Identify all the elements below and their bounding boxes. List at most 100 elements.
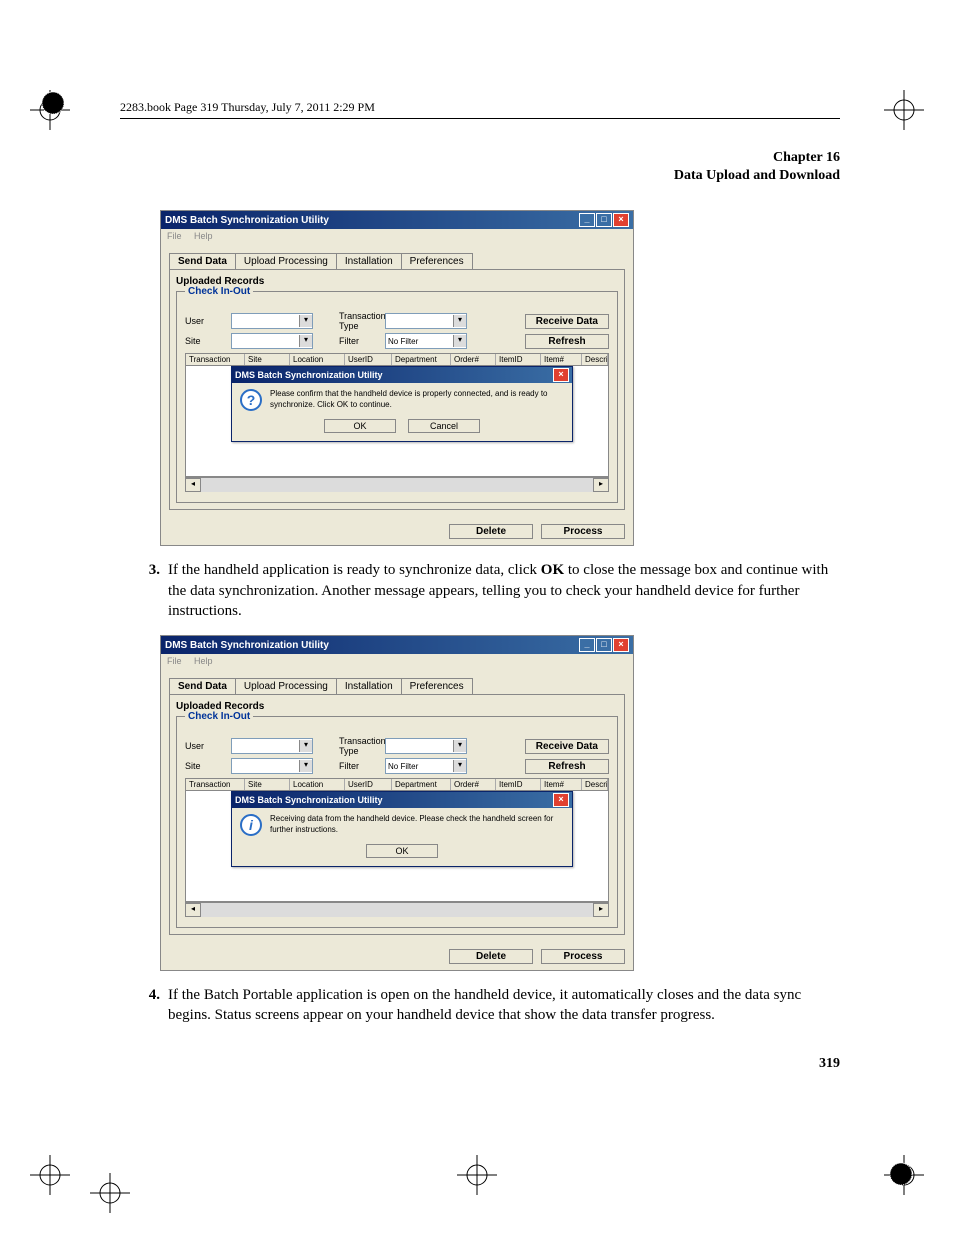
col-department[interactable]: Department [392, 779, 451, 790]
check-in-out-fieldset: Check In-Out User ▾ Transaction Type ▾ R… [176, 716, 618, 928]
receive-data-button[interactable]: Receive Data [525, 739, 609, 754]
scroll-left-icon[interactable]: ◂ [185, 903, 201, 917]
refresh-button[interactable]: Refresh [525, 759, 609, 774]
tab-upload-processing[interactable]: Upload Processing [235, 253, 337, 269]
close-icon[interactable]: × [553, 793, 569, 807]
tab-installation[interactable]: Installation [336, 678, 402, 694]
chevron-down-icon: ▾ [299, 760, 312, 772]
chevron-down-icon: ▾ [453, 315, 466, 327]
dialog-text: Please confirm that the handheld device … [270, 389, 564, 411]
table-header: Transaction Site Location UserID Departm… [185, 778, 609, 791]
scroll-right-icon[interactable]: ▸ [593, 903, 609, 917]
info-dialog: DMS Batch Synchronization Utility × i Re… [231, 791, 573, 867]
screenshot-1: DMS Batch Synchronization Utility _ □ × … [160, 210, 634, 546]
col-transaction[interactable]: Transaction [186, 779, 245, 790]
col-department[interactable]: Department [392, 354, 451, 365]
running-header: 2283.book Page 319 Thursday, July 7, 201… [120, 100, 840, 119]
col-location[interactable]: Location [290, 354, 345, 365]
menu-file[interactable]: File [167, 231, 182, 241]
transaction-type-dropdown[interactable]: ▾ [385, 738, 467, 754]
col-itemid[interactable]: ItemID [496, 354, 541, 365]
transaction-type-label: Transaction Type [339, 736, 379, 756]
window-title: DMS Batch Synchronization Utility [165, 640, 329, 651]
table-body: DMS Batch Synchronization Utility × ? Pl… [185, 366, 609, 477]
crop-mark-icon [884, 90, 924, 130]
horizontal-scrollbar[interactable]: ◂ ▸ [185, 477, 609, 492]
site-dropdown[interactable]: ▾ [231, 758, 313, 774]
process-button[interactable]: Process [541, 524, 625, 539]
col-itemid[interactable]: ItemID [496, 779, 541, 790]
site-label: Site [185, 761, 225, 771]
close-icon[interactable]: × [613, 638, 629, 652]
chevron-down-icon: ▾ [299, 740, 312, 752]
col-userid[interactable]: UserID [345, 354, 392, 365]
step-text: If the Batch Portable application is ope… [168, 985, 840, 1026]
maximize-icon[interactable]: □ [596, 638, 612, 652]
ok-button[interactable]: OK [366, 844, 438, 858]
registration-dot-icon [888, 1161, 914, 1187]
col-site[interactable]: Site [245, 354, 290, 365]
svg-text:?: ? [247, 392, 256, 408]
scroll-left-icon[interactable]: ◂ [185, 478, 201, 492]
crop-mark-icon [90, 1173, 130, 1213]
tab-send-data[interactable]: Send Data [169, 678, 236, 694]
col-descrip[interactable]: Descrip [582, 354, 608, 365]
process-button[interactable]: Process [541, 949, 625, 964]
filter-value: No Filter [386, 762, 453, 771]
dialog-title: DMS Batch Synchronization Utility [235, 370, 383, 380]
scroll-right-icon[interactable]: ▸ [593, 478, 609, 492]
dialog-title: DMS Batch Synchronization Utility [235, 795, 383, 805]
menu-help[interactable]: Help [194, 656, 213, 666]
close-icon[interactable]: × [553, 368, 569, 382]
chapter-number: Chapter 16 [120, 149, 840, 167]
question-icon: ? [240, 389, 262, 411]
menu-help[interactable]: Help [194, 231, 213, 241]
col-transaction[interactable]: Transaction [186, 354, 245, 365]
delete-button[interactable]: Delete [449, 949, 533, 964]
cancel-button[interactable]: Cancel [408, 419, 480, 433]
col-site[interactable]: Site [245, 779, 290, 790]
tab-send-data[interactable]: Send Data [169, 253, 236, 269]
window-title: DMS Batch Synchronization Utility [165, 215, 329, 226]
tab-preferences[interactable]: Preferences [401, 253, 473, 269]
transaction-type-label: Transaction Type [339, 311, 379, 331]
col-itemnum[interactable]: Item# [541, 779, 582, 790]
tab-preferences[interactable]: Preferences [401, 678, 473, 694]
refresh-button[interactable]: Refresh [525, 334, 609, 349]
menu-file[interactable]: File [167, 656, 182, 666]
chapter-title: Data Upload and Download [120, 167, 840, 185]
close-icon[interactable]: × [613, 213, 629, 227]
filter-dropdown[interactable]: No Filter▾ [385, 333, 467, 349]
confirm-dialog: DMS Batch Synchronization Utility × ? Pl… [231, 366, 573, 442]
col-userid[interactable]: UserID [345, 779, 392, 790]
minimize-icon[interactable]: _ [579, 638, 595, 652]
minimize-icon[interactable]: _ [579, 213, 595, 227]
delete-button[interactable]: Delete [449, 524, 533, 539]
site-dropdown[interactable]: ▾ [231, 333, 313, 349]
chevron-down-icon: ▾ [453, 740, 466, 752]
table-header: Transaction Site Location UserID Departm… [185, 353, 609, 366]
user-dropdown[interactable]: ▾ [231, 738, 313, 754]
menubar: File Help [161, 229, 633, 243]
col-itemnum[interactable]: Item# [541, 354, 582, 365]
transaction-type-dropdown[interactable]: ▾ [385, 313, 467, 329]
col-order[interactable]: Order# [451, 354, 496, 365]
col-location[interactable]: Location [290, 779, 345, 790]
table-body: DMS Batch Synchronization Utility × i Re… [185, 791, 609, 902]
filter-dropdown[interactable]: No Filter▾ [385, 758, 467, 774]
screenshot-2: DMS Batch Synchronization Utility _ □ × … [160, 635, 634, 971]
site-label: Site [185, 336, 225, 346]
filter-value: No Filter [386, 337, 453, 346]
col-order[interactable]: Order# [451, 779, 496, 790]
user-dropdown[interactable]: ▾ [231, 313, 313, 329]
step-text: If the handheld application is ready to … [168, 560, 840, 621]
fieldset-legend: Check In-Out [185, 286, 253, 297]
ok-button[interactable]: OK [324, 419, 396, 433]
tab-upload-processing[interactable]: Upload Processing [235, 678, 337, 694]
horizontal-scrollbar[interactable]: ◂ ▸ [185, 902, 609, 917]
col-descrip[interactable]: Descrip [582, 779, 608, 790]
tab-installation[interactable]: Installation [336, 253, 402, 269]
tab-strip: Send Data Upload Processing Installation… [169, 678, 625, 694]
maximize-icon[interactable]: □ [596, 213, 612, 227]
receive-data-button[interactable]: Receive Data [525, 314, 609, 329]
